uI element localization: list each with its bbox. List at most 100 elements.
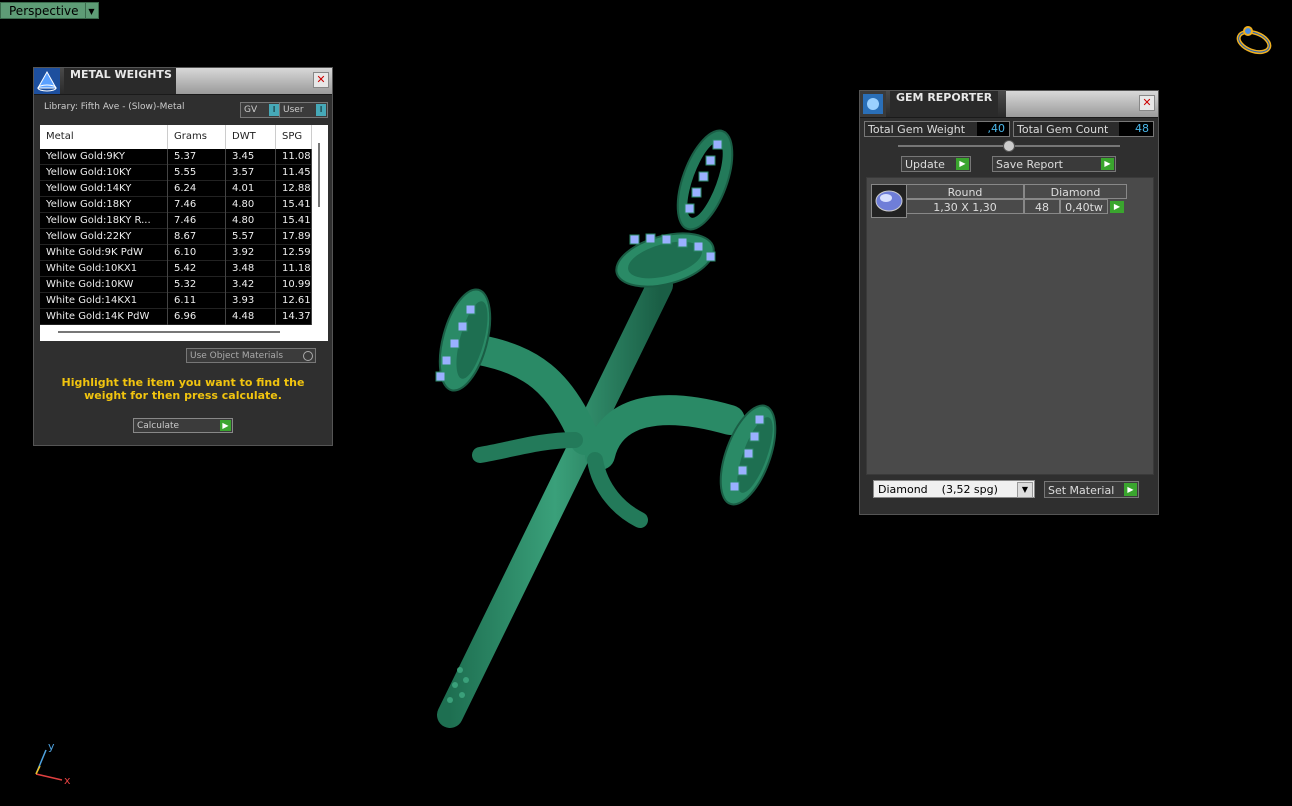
close-icon[interactable]: ✕ xyxy=(313,72,329,88)
table-cell: Yellow Gold:18KY xyxy=(40,197,168,213)
table-row[interactable]: White Gold:10KW 5.32 3.42 10.99 xyxy=(40,277,312,293)
axis-x-label: x xyxy=(64,774,71,787)
gem-list[interactable]: Round Diamond 1,30 X 1,30 48 0,40tw ▶ xyxy=(866,177,1154,475)
table-cell: 3.93 xyxy=(226,293,276,309)
table-cell: White Gold:10KX1 xyxy=(40,261,168,277)
table-row[interactable]: White Gold:14K PdW 6.96 4.48 14.37 xyxy=(40,309,312,325)
material-select[interactable]: Diamond (3,52 spg) ▼ xyxy=(873,480,1035,498)
table-row[interactable]: White Gold:14KX1 6.11 3.93 12.61 xyxy=(40,293,312,309)
gem-reporter-title: GEM REPORTER xyxy=(890,91,999,117)
play-icon[interactable]: ▶ xyxy=(1101,158,1114,170)
save-report-button[interactable]: Save Report ▶ xyxy=(992,156,1116,172)
set-material-label: Set Material xyxy=(1048,484,1115,497)
gv-toggle[interactable]: GV I xyxy=(240,102,281,118)
titlebar-fill xyxy=(1006,91,1158,117)
play-icon[interactable]: ▶ xyxy=(1124,483,1137,496)
table-cell: 14.37 xyxy=(276,309,312,325)
table-row[interactable]: Yellow Gold:22KY 8.67 5.57 17.89 xyxy=(40,229,312,245)
table-cell: Yellow Gold:9KY xyxy=(40,149,168,165)
chevron-down-icon[interactable]: ▼ xyxy=(85,2,99,19)
table-row[interactable]: Yellow Gold:10KY 5.55 3.57 11.45 xyxy=(40,165,312,181)
table-cell: 6.10 xyxy=(168,245,226,261)
user-toggle[interactable]: User I xyxy=(279,102,328,118)
gem-material: Diamond xyxy=(1024,184,1127,199)
user-label: User xyxy=(283,105,304,115)
ring-tree-model[interactable] xyxy=(410,110,810,750)
play-icon[interactable]: ▶ xyxy=(1110,201,1124,213)
table-cell: 11.18 xyxy=(276,261,312,277)
table-cell: 3.57 xyxy=(226,165,276,181)
table-cell: White Gold:10KW xyxy=(40,277,168,293)
table-header: Metal Grams DWT SPG xyxy=(40,125,312,149)
table-cell: 5.57 xyxy=(226,229,276,245)
gem-count: 48 xyxy=(1024,199,1060,214)
table-cell: 3.45 xyxy=(226,149,276,165)
chevron-down-icon[interactable]: ▼ xyxy=(1017,482,1033,498)
gem-report-icon xyxy=(860,91,886,117)
user-toggle-switch[interactable]: I xyxy=(316,104,326,116)
total-gem-count-label: Total Gem Count xyxy=(1017,123,1109,136)
gv-toggle-switch[interactable]: I xyxy=(269,104,279,116)
col-spg[interactable]: SPG xyxy=(276,125,312,149)
close-icon[interactable]: ✕ xyxy=(1139,95,1155,111)
total-gem-weight-label: Total Gem Weight xyxy=(868,123,966,136)
table-cell: 12.59 xyxy=(276,245,312,261)
radio-icon[interactable] xyxy=(303,351,313,361)
calculate-button[interactable]: Calculate ▶ xyxy=(133,418,233,433)
table-cell: 7.46 xyxy=(168,213,226,229)
table-cell: White Gold:14K PdW xyxy=(40,309,168,325)
table-cell: 3.92 xyxy=(226,245,276,261)
table-cell: 4.01 xyxy=(226,181,276,197)
metal-weights-title: METAL WEIGHTS xyxy=(64,68,178,94)
col-grams[interactable]: Grams xyxy=(168,125,226,149)
gem-shape: Round xyxy=(906,184,1024,199)
slider-handle[interactable] xyxy=(1003,140,1015,152)
viewport-name[interactable]: Perspective xyxy=(0,2,86,19)
play-icon[interactable]: ▶ xyxy=(220,420,231,431)
round-gem-icon[interactable] xyxy=(871,184,907,218)
horizontal-scrollbar[interactable] xyxy=(58,331,280,333)
table-cell: 6.96 xyxy=(168,309,226,325)
set-material-button[interactable]: Set Material ▶ xyxy=(1044,481,1139,498)
calculate-label: Calculate xyxy=(137,421,180,431)
table-row[interactable]: Yellow Gold:18KY R... 7.46 4.80 15.41 xyxy=(40,213,312,229)
play-icon[interactable]: ▶ xyxy=(956,158,969,170)
gem-reporter-titlebar[interactable]: GEM REPORTER ✕ xyxy=(860,91,1158,118)
table-row[interactable]: Yellow Gold:9KY 5.37 3.45 11.08 xyxy=(40,149,312,165)
vertical-scrollbar[interactable] xyxy=(318,143,320,207)
table-cell: 10.99 xyxy=(276,277,312,293)
hint-text: Highlight the item you want to find the … xyxy=(61,376,305,402)
table-row[interactable]: Yellow Gold:18KY 7.46 4.80 15.41 xyxy=(40,197,312,213)
use-object-materials-option[interactable]: Use Object Materials xyxy=(186,348,316,363)
metal-weights-panel: METAL WEIGHTS ✕ Library: Fifth Ave - (Sl… xyxy=(33,67,333,446)
col-dwt[interactable]: DWT xyxy=(226,125,276,149)
total-gem-weight-value: ,40 xyxy=(977,122,1009,136)
table-cell: Yellow Gold:14KY xyxy=(40,181,168,197)
save-report-label: Save Report xyxy=(996,158,1063,171)
gem-size: 1,30 X 1,30 xyxy=(906,199,1024,214)
table-cell: White Gold:9K PdW xyxy=(40,245,168,261)
table-cell: 6.24 xyxy=(168,181,226,197)
table-cell: 4.80 xyxy=(226,213,276,229)
table-row[interactable]: Yellow Gold:14KY 6.24 4.01 12.88 xyxy=(40,181,312,197)
table-rows: Yellow Gold:9KY 5.37 3.45 11.08 Yellow Gold:… xyxy=(40,149,312,325)
update-label: Update xyxy=(905,158,945,171)
use-object-materials-label: Use Object Materials xyxy=(190,351,284,361)
axis-indicator: y x xyxy=(35,740,71,787)
update-button[interactable]: Update ▶ xyxy=(901,156,971,172)
table-row[interactable]: White Gold:10KX1 5.42 3.48 11.18 xyxy=(40,261,312,277)
table-cell: 5.32 xyxy=(168,277,226,293)
metal-table[interactable]: Metal Grams DWT SPG Yellow Gold:9KY 5.37 3… xyxy=(40,125,328,341)
table-cell: 4.48 xyxy=(226,309,276,325)
table-cell: 5.42 xyxy=(168,261,226,277)
weight-icon xyxy=(34,68,60,94)
axis-y-label: y xyxy=(48,740,55,753)
ring-icon[interactable] xyxy=(1232,22,1276,58)
table-cell: 8.67 xyxy=(168,229,226,245)
metal-weights-titlebar[interactable]: METAL WEIGHTS ✕ xyxy=(34,68,332,95)
table-cell: Yellow Gold:22KY xyxy=(40,229,168,245)
col-metal[interactable]: Metal xyxy=(40,125,168,149)
table-row[interactable]: White Gold:9K PdW 6.10 3.92 12.59 xyxy=(40,245,312,261)
table-cell: 11.08 xyxy=(276,149,312,165)
viewport-label[interactable]: Perspective ▼ xyxy=(0,2,99,19)
